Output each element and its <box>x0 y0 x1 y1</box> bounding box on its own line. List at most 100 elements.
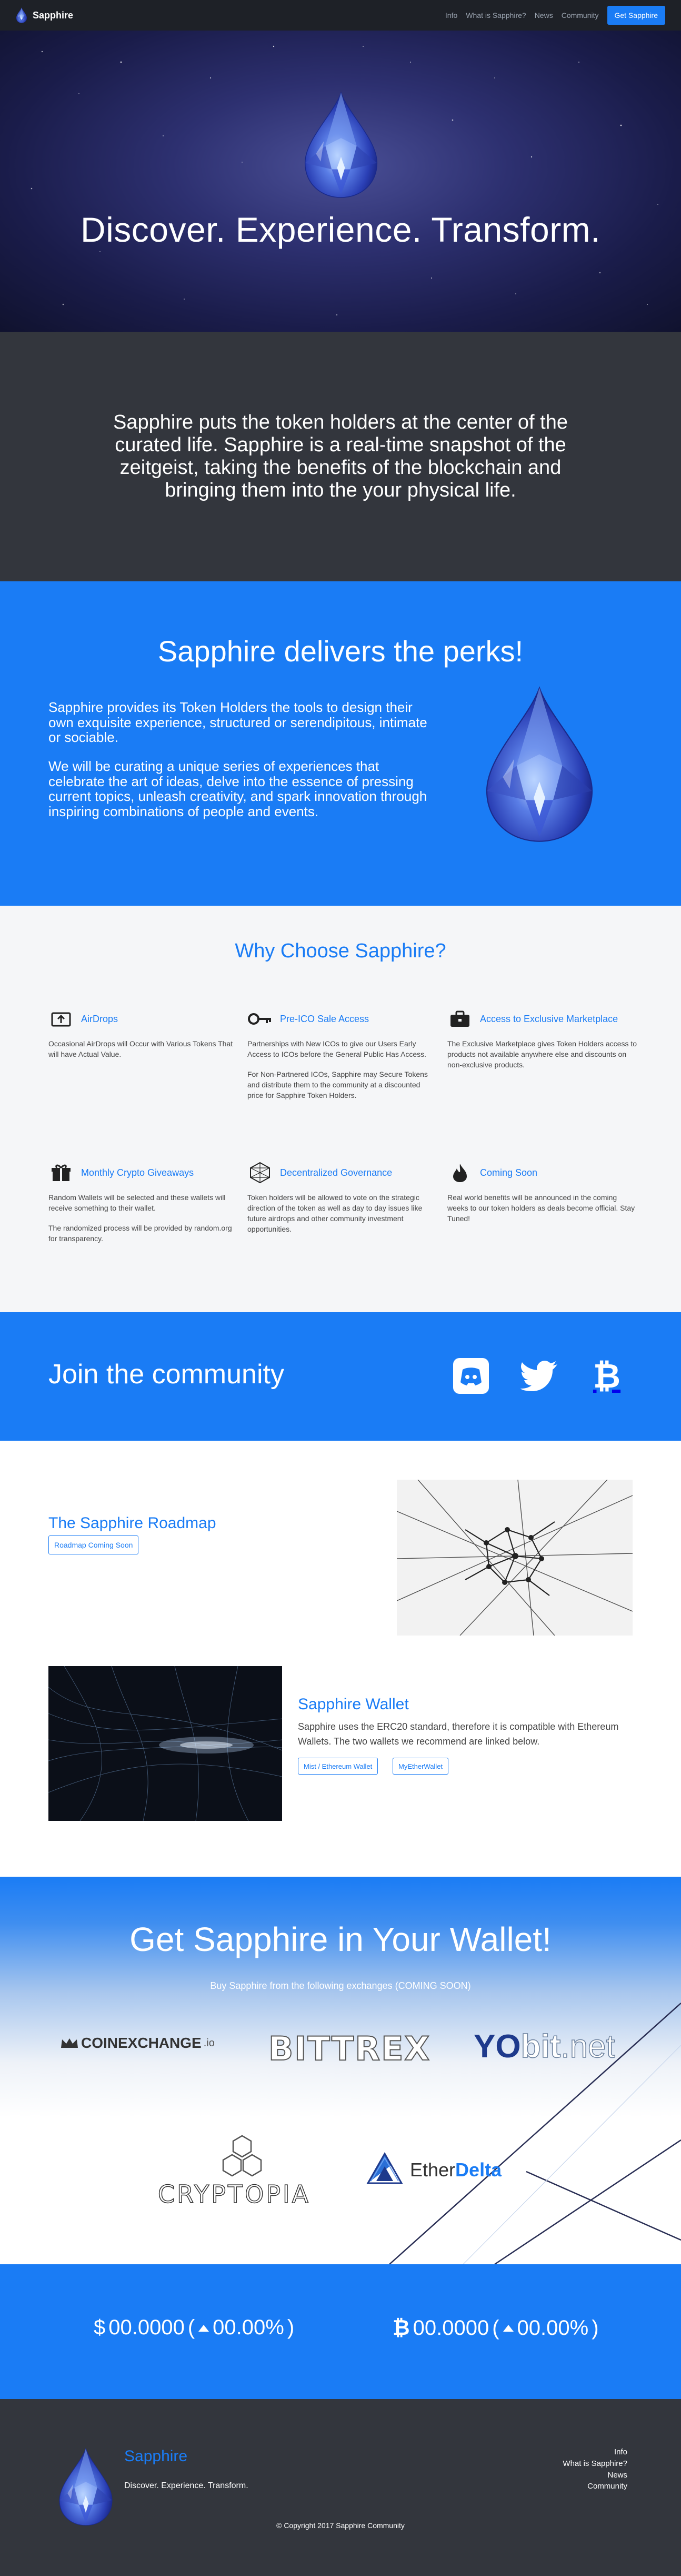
discord-icon[interactable] <box>450 1355 492 1396</box>
bitcoin-icon[interactable]: ₿ <box>586 1355 627 1396</box>
feature-desc: The randomized process will be provided … <box>48 1223 232 1243</box>
etherdelta-triangle-icon <box>366 2152 403 2184</box>
caret-up-icon <box>503 2325 514 2332</box>
footer-link-community[interactable]: Community <box>563 2481 627 2492</box>
feature-desc: Token holders will be allowed to vote on… <box>247 1193 423 1233</box>
sapphire-logo-icon <box>16 7 27 23</box>
nav-link-info[interactable]: Info <box>445 11 457 19</box>
feature-title: Monthly Crypto Giveaways <box>81 1167 194 1178</box>
feature-title: Coming Soon <box>480 1167 538 1178</box>
sapphire-gem-image <box>302 91 380 199</box>
yobit-logo[interactable]: YObit.net <box>474 2028 616 2065</box>
network-icon <box>247 1162 273 1184</box>
feature-title: Decentralized Governance <box>280 1167 393 1178</box>
airdrop-icon <box>48 1008 74 1029</box>
footer-link-what-is-sapphire[interactable]: What is Sapphire? <box>563 2458 627 2470</box>
bitcoin-icon: ₿ <box>393 2316 410 2340</box>
footer-link-news[interactable]: News <box>563 2470 627 2481</box>
feature-airdrops: AirDrops Occasional AirDrops will Occur … <box>48 1008 238 1060</box>
feature-desc: The Exclusive Marketplace gives Token Ho… <box>447 1039 637 1069</box>
footer: Sapphire Discover. Experience. Transform… <box>0 2399 681 2576</box>
intro-section: Sapphire puts the token holders at the c… <box>0 332 681 581</box>
feature-title: Access to Exclusive Marketplace <box>480 1013 618 1024</box>
etherdelta-wordmark-delta: Delta <box>455 2159 502 2181</box>
coinexchange-suffix: .io <box>203 2037 215 2049</box>
why-section: Why Choose Sapphire? AirDrops Occasional… <box>0 906 681 1312</box>
usd-value: 00.0000 <box>108 2316 185 2339</box>
btc-change: 00.00% <box>517 2316 589 2340</box>
usd-change: 00.00% <box>213 2316 284 2339</box>
hero-title: Discover. Experience. Transform. <box>80 210 601 249</box>
nav-links: Info What is Sapphire? News Community Ge… <box>445 6 665 25</box>
community-section: Join the community ₿ <box>0 1312 681 1441</box>
key-icon <box>247 1008 273 1029</box>
copyright: © Copyright 2017 Sapphire Community <box>276 2521 405 2530</box>
mist-wallet-button[interactable]: Mist / Ethereum Wallet <box>298 1758 378 1775</box>
wallet-title: Sapphire Wallet <box>298 1696 409 1713</box>
brand-name: Sapphire <box>33 9 74 21</box>
footer-tagline: Discover. Experience. Transform. <box>124 2481 248 2490</box>
sapphire-gem-image <box>482 686 597 844</box>
get-sapphire-button[interactable]: Get Sapphire <box>607 6 665 25</box>
footer-brand[interactable]: Sapphire <box>124 2448 187 2465</box>
coinexchange-logo[interactable]: COINEXCHANGE .io <box>60 2035 215 2052</box>
feature-pre-ico: Pre-ICO Sale Access Partnerships with Ne… <box>247 1008 437 1101</box>
cryptopia-logo[interactable]: CRYPTOPIA <box>157 2134 326 2209</box>
feature-desc: Real world benefits will be announced in… <box>447 1193 635 1223</box>
bittrex-wordmark: BITTREX <box>268 2029 431 2068</box>
twitter-icon[interactable] <box>518 1355 559 1396</box>
yobit-wordmark-yo: YO <box>474 2028 521 2065</box>
usd-symbol: $ <box>94 2316 106 2339</box>
myetherwallet-button[interactable]: MyEtherWallet <box>393 1758 449 1775</box>
exchanges-section: Get Sapphire in Your Wallet! Buy Sapphir… <box>0 1877 681 2264</box>
hero-section: Discover. Experience. Transform. <box>0 31 681 332</box>
navbar: Sapphire Info What is Sapphire? News Com… <box>0 0 681 31</box>
flame-icon <box>447 1162 473 1183</box>
footer-links: Info What is Sapphire? News Community <box>563 2446 627 2492</box>
feature-governance: Decentralized Governance Token holders w… <box>247 1162 437 1235</box>
cryptopia-wordmark: CRYPTOPIA <box>157 2179 311 2209</box>
why-title: Why Choose Sapphire? <box>235 940 446 962</box>
brand[interactable]: Sapphire <box>16 7 73 23</box>
roadmap-wallet-section: The Sapphire Roadmap Roadmap Coming Soon <box>0 1441 681 1877</box>
perks-title: Sapphire delivers the perks! <box>157 635 524 668</box>
coinexchange-wordmark: COINEXCHANGE <box>81 2035 202 2051</box>
crown-icon <box>61 2038 78 2048</box>
exchanges-subtitle: Buy Sapphire from the following exchange… <box>210 1980 471 1991</box>
feature-marketplace: Access to Exclusive Marketplace The Excl… <box>447 1008 637 1071</box>
etherdelta-logo[interactable]: EtherDelta <box>366 2152 502 2188</box>
bittrex-logo[interactable]: BITTREX <box>268 2029 430 2068</box>
caret-up-icon <box>198 2324 209 2332</box>
yobit-wordmark-bit: bit <box>520 2028 561 2065</box>
roadmap-button[interactable]: Roadmap Coming Soon <box>48 1535 139 1554</box>
usd-price: $ 00.0000 ( 00.00% ) <box>94 2316 295 2339</box>
intro-text: Sapphire puts the token holders at the c… <box>113 411 568 501</box>
hexagon-icon <box>222 2135 262 2177</box>
nav-link-news[interactable]: News <box>535 11 553 19</box>
nav-link-community[interactable]: Community <box>562 11 599 19</box>
prices-section: $ 00.0000 ( 00.00% ) ₿ 00.0000 ( 00.00% … <box>0 2264 681 2399</box>
perks-paragraph-2: We will be curating a unique series of e… <box>48 758 427 819</box>
feature-desc: For Non-Partnered ICOs, Sapphire may Sec… <box>247 1069 428 1099</box>
roadmap-title: The Sapphire Roadmap <box>48 1514 216 1532</box>
exchanges-title: Get Sapphire in Your Wallet! <box>129 1920 552 1958</box>
perks-paragraph-1: Sapphire provides its Token Holders the … <box>48 699 427 746</box>
network-abstract-image <box>397 1480 633 1636</box>
community-title: Join the community <box>48 1359 284 1390</box>
perks-section: Sapphire delivers the perks! Sapphire pr… <box>0 581 681 906</box>
btc-value: 00.0000 <box>413 2316 489 2340</box>
feature-coming-soon: Coming Soon Real world benefits will be … <box>447 1162 637 1224</box>
footer-link-info[interactable]: Info <box>563 2446 627 2458</box>
feature-desc: Occasional AirDrops will Occur with Vari… <box>48 1039 233 1058</box>
wallet-description: Sapphire uses the ERC20 standard, theref… <box>298 1721 619 1747</box>
feature-giveaways: Monthly Crypto Giveaways Random Wallets … <box>48 1162 238 1244</box>
feature-desc: Partnerships with New ICOs to give our U… <box>247 1039 427 1058</box>
etherdelta-wordmark-ether: Ether <box>410 2159 456 2181</box>
gift-icon <box>48 1162 74 1183</box>
feature-desc: Random Wallets will be selected and thes… <box>48 1193 226 1212</box>
nav-link-what-is-sapphire[interactable]: What is Sapphire? <box>466 11 526 19</box>
briefcase-icon <box>447 1008 473 1029</box>
feature-title: AirDrops <box>81 1013 118 1024</box>
btc-price: ₿ 00.0000 ( 00.00% ) <box>393 2316 599 2340</box>
yobit-wordmark-net: .net <box>560 2028 616 2065</box>
